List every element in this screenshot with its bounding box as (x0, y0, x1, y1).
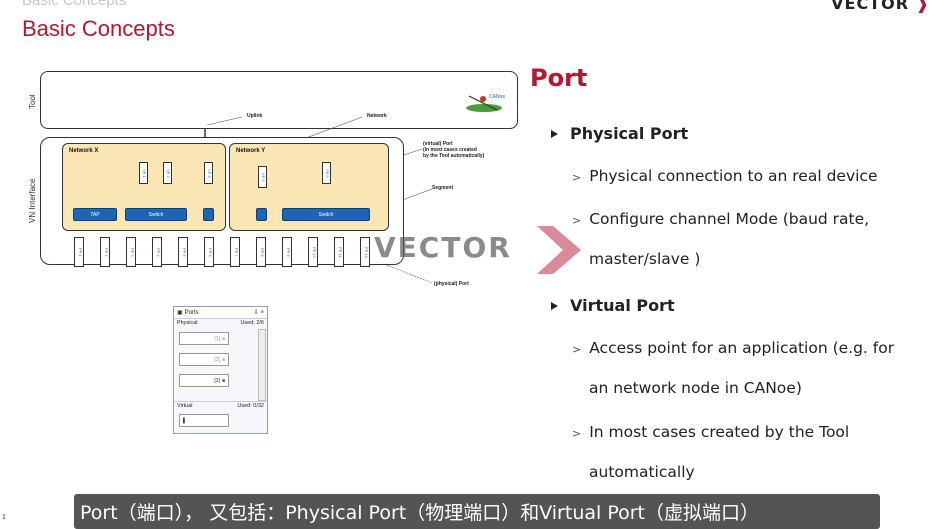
virtual-section-header: Virtual Used: 0/32 (174, 401, 267, 410)
virtual-port: VP 2 (163, 162, 172, 184)
physical-label: Physical (177, 320, 198, 326)
physical-port: PP 10 (308, 237, 318, 267)
switch-block: Switch (282, 208, 370, 221)
video-subtitle-caption: Port（端口）， 又包括：Physical Port（物理端口）和Virtua… (74, 494, 880, 529)
virtual-item-2-cont: automatically (589, 463, 695, 481)
physical-port: PP 1 (74, 237, 84, 267)
annotation-segment: Segment (432, 185, 454, 191)
virtual-item-1-cont: an network node in CANoe) (589, 379, 802, 397)
ports-icon: ▣ (177, 310, 183, 316)
virtual-item-1: > Access point for an application (e.g. f… (572, 339, 895, 357)
annotation-virtual-port: (virtual) Port (In most cases created by… (423, 141, 485, 159)
physical-port: PP 5 (178, 237, 188, 267)
vector-chevron-icon (537, 226, 581, 274)
chevron-right-icon: > (572, 343, 582, 356)
ports-window-header: ▣ Ports ⇩ × (174, 307, 267, 319)
physical-item-2-cont: master/slave ) (589, 250, 701, 268)
physical-port: PP 8 (256, 237, 266, 267)
corner-vector-logo: VECTOR ❱ (831, 0, 930, 13)
physical-port: PP 4 (152, 237, 162, 267)
logo-mark-icon: ❱ (909, 0, 930, 13)
small-link-block (203, 208, 214, 221)
annotation-uplink: Uplink (247, 113, 263, 119)
faded-title-text: Basic Concepts (22, 0, 127, 9)
virtual-port: VP 1 (139, 162, 148, 184)
physical-item-1: > Physical connection to an real device (572, 167, 878, 185)
virtual-port: VP 3 (204, 162, 213, 184)
physical-section-header: Physical Used: 2/6 (174, 319, 267, 327)
physical-port: PP 12 (360, 237, 370, 267)
network-x: Network X VP 1 VP 2 VP 3 TAP Switch (62, 143, 226, 231)
chevron-right-icon: > (572, 427, 582, 440)
bullet-physical-port: Physical Port (551, 124, 688, 143)
virtual-label: Virtual (177, 403, 193, 409)
physical-item-2: > Configure channel Mode (baud rate, (572, 210, 870, 228)
physical-port: PP 9 (282, 237, 292, 267)
physical-port: PP 2 (100, 237, 110, 267)
chevron-right-icon: > (572, 214, 582, 227)
virtual-item-2: > In most cases created by the Tool (572, 423, 850, 441)
physical-used: Used: 2/6 (240, 320, 264, 326)
page-number: 1 (2, 514, 6, 521)
faded-previous-title: Basic Concepts (0, 0, 938, 10)
pin-close-icon[interactable]: ⇩ × (254, 309, 264, 316)
small-link-block (256, 208, 267, 221)
slide: Basic Concepts VECTOR ❱ Basic Concepts T… (0, 0, 938, 529)
port-diagram: Tool VN Interface CANoe Uplink Network (… (22, 65, 522, 295)
virtual-port: VP 4 (258, 166, 267, 188)
virtual-slot[interactable]: ▌ (179, 414, 229, 427)
physical-slot[interactable]: [1] ■ (179, 332, 229, 345)
bullet-triangle-icon (551, 301, 558, 310)
vector-watermark: VECTOR (374, 231, 512, 264)
network-y-title: Network Y (236, 148, 266, 154)
physical-port: PP 3 (126, 237, 136, 267)
switch-block: Switch (125, 208, 187, 221)
annotation-physical-port: (physical) Port (434, 281, 469, 287)
port-heading: Port (530, 64, 588, 92)
ports-scrollbar[interactable] (258, 329, 266, 401)
physical-slot[interactable]: [2] ■ (179, 353, 229, 366)
network-x-title: Network X (69, 148, 99, 154)
virtual-port: VP 5 (322, 162, 331, 184)
chevron-right-icon: > (572, 171, 582, 184)
network-y: Network Y VP 4 VP 5 Switch (229, 143, 389, 231)
physical-port: PP 7 (230, 237, 240, 267)
bullet-triangle-icon (551, 129, 558, 138)
bullet-virtual-port: Virtual Port (551, 296, 675, 315)
slide-title: Basic Concepts (22, 16, 175, 41)
annotation-network: Network (367, 113, 387, 119)
ports-window: ▣ Ports ⇩ × Physical Used: 2/6 [1] ■ [2] ■… (173, 306, 268, 434)
virtual-used: Used: 0/32 (237, 403, 264, 409)
physical-port: PP 6 (204, 237, 214, 267)
physical-port: PP 11 (334, 237, 344, 267)
physical-slot[interactable]: [3] ■ (179, 374, 229, 387)
tap-block: TAP (73, 208, 117, 221)
ports-window-title: Ports (184, 309, 199, 316)
